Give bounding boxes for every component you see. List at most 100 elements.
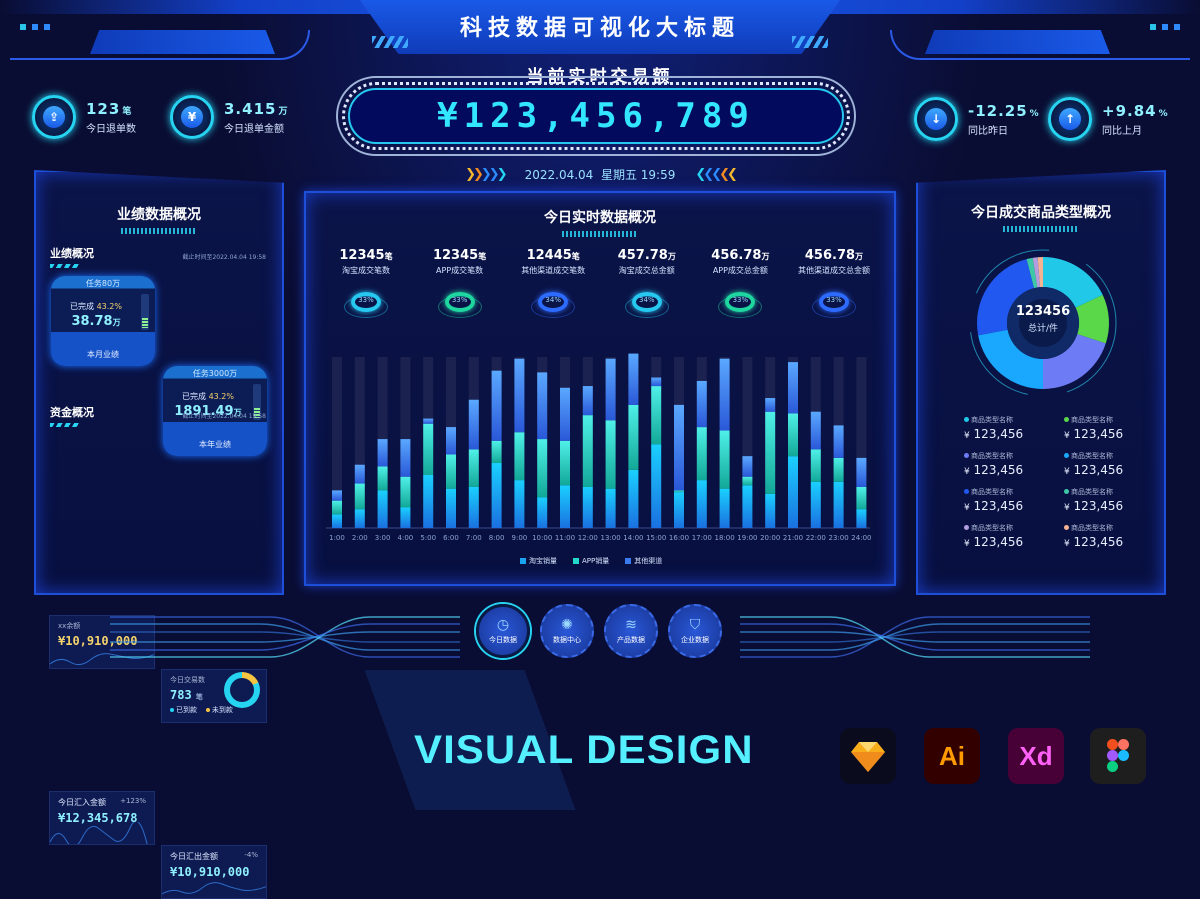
stat-percent: 33% [358, 296, 374, 304]
bar-app [560, 440, 570, 486]
bar-taobao [377, 490, 388, 528]
bar-taobao [537, 497, 548, 528]
performance-timestamp: 截止时间至2022.04.04 19:58 [182, 254, 266, 261]
bar-other [514, 358, 525, 433]
donut-total-label: 总计/件 [1027, 324, 1059, 334]
bar-other [446, 427, 456, 455]
bar-app [742, 476, 753, 486]
nav-data-center[interactable]: ✺ 数据中心 [540, 604, 594, 658]
x-tick-label: 24:00 [851, 534, 871, 542]
stat-item: 456.78万 APP成交总金额 33% [694, 248, 786, 320]
inflow-card: 今日汇入金额 +123% ¥12,345,678 [49, 791, 155, 845]
bar-app [400, 476, 411, 508]
date-text: 2022.04.04 [524, 168, 594, 182]
monthly-performance-card: 任务80万 已完成 43.2% 38.78万 本月业绩 [51, 276, 155, 366]
bar-taobao [332, 514, 342, 528]
bar-app [468, 449, 479, 487]
category-name: 商品类型名称 [1071, 524, 1113, 532]
bar-app [605, 420, 616, 489]
nav-product-data[interactable]: ≋ 产品数据 [604, 604, 658, 658]
x-tick-label: 16:00 [669, 534, 689, 542]
stat-label: 淘宝成交笔数 [342, 266, 390, 275]
legend-item: 淘宝销量 [520, 556, 557, 566]
bar-app [514, 432, 525, 481]
x-tick-label: 11:00 [555, 534, 575, 542]
stat-ring: 33% [344, 290, 388, 320]
enterprise-shield-icon: ⛉ [689, 617, 701, 633]
datetime-bar: ❯❯❯❯❯ 2022.04.04 星期五 19:59 ❮❮❮❮❮ [400, 166, 800, 183]
funds-section: 资金概况 截止时间至2022.04.04 19:58 [50, 404, 266, 427]
clock-icon: ◷ [496, 617, 510, 633]
stat-percent: 34% [545, 296, 561, 304]
nav-today-data[interactable]: ◷ 今日数据 [476, 604, 530, 658]
stat-item: 12445笔 其他渠道成交笔数 34% [507, 248, 599, 320]
x-tick-label: 10:00 [532, 534, 552, 542]
stat-label: APP成交总金额 [712, 266, 768, 275]
kpi-refund-count: ⇪ 123 笔今日退单数 [32, 95, 136, 139]
mid-panel-header: 今日实时数据概况 [304, 207, 896, 237]
bar-taobao [605, 488, 616, 528]
bar-taobao [810, 481, 821, 528]
category-item: 商品类型名称 ¥ 123,456 [964, 451, 1064, 477]
category-name: 商品类型名称 [1071, 452, 1113, 460]
stat-value: 12445笔 [526, 248, 580, 263]
category-name: 商品类型名称 [971, 416, 1013, 424]
sparkline [162, 882, 266, 895]
outflow-card: 今日汇出金额 -4% ¥10,910,000 [161, 845, 267, 899]
bar-app [582, 415, 593, 487]
chart-legend: 淘宝销量 APP销量 其他渠道 [520, 556, 662, 566]
x-tick-label: 12:00 [578, 534, 598, 542]
bar-taobao [446, 488, 456, 528]
bottom-nav: ◷ 今日数据 ✺ 数据中心 ≋ 产品数据 ⛉ 企业数据 [476, 604, 722, 658]
bar-taobao [582, 486, 593, 528]
category-item: 商品类型名称 ¥ 123,456 [1064, 415, 1164, 441]
brand-text: VISUAL DESIGN [414, 728, 754, 772]
stat-percent: 33% [451, 296, 468, 304]
bar-taobao [628, 469, 639, 528]
bar-app [491, 440, 502, 464]
category-name: 商品类型名称 [971, 524, 1013, 532]
kpi-vs-last-month: ↑ +9.84% 同比上月 [1048, 97, 1169, 141]
total-value: ¥123,456,789 [348, 88, 844, 144]
category-value: ¥ 123,456 [1064, 499, 1124, 513]
bar-other [856, 457, 867, 487]
bar-app [446, 454, 456, 489]
left-panel-title: 业绩数据概况 [117, 207, 201, 223]
bar-other [696, 380, 707, 428]
left-panel-header: 业绩数据概况 [34, 204, 284, 234]
bar-other [788, 362, 798, 414]
stat-ring: 34% [531, 290, 576, 320]
x-tick-label: 18:00 [715, 534, 735, 542]
x-tick-label: 21:00 [783, 534, 803, 542]
nav-enterprise-data[interactable]: ⛉ 企业数据 [668, 604, 722, 658]
bar-other [400, 439, 411, 477]
progress-gauge [141, 294, 149, 330]
stat-ring: 33% [437, 290, 482, 320]
network-icon: ✺ [561, 617, 573, 633]
bar-other [377, 439, 388, 467]
stat-value: 456.78万 [804, 248, 864, 263]
stats-row: 12345笔 淘宝成交笔数 33% 12345笔 APP成交笔数 33% 12445… [320, 248, 880, 320]
bar-app [788, 413, 798, 457]
stat-item: 12345笔 淘宝成交笔数 33% [320, 248, 412, 320]
category-item: 商品类型名称 ¥ 123,456 [1064, 523, 1164, 549]
flow-lines-right [740, 616, 1090, 658]
category-item: 商品类型名称 ¥ 123,456 [1064, 451, 1164, 477]
stat-percent: 33% [732, 296, 749, 304]
legend-item: 其他渠道 [625, 556, 662, 566]
category-item: 商品类型名称 ¥ 123,456 [1064, 487, 1164, 513]
category-value: ¥ 123,456 [1064, 463, 1124, 477]
stat-percent: 33% [826, 296, 842, 304]
mid-panel-title: 今日实时数据概况 [544, 210, 656, 226]
bar-other [765, 398, 776, 412]
donut-total-value: 123456 [1015, 304, 1071, 319]
stat-label: 其他渠道成交笔数 [521, 266, 586, 275]
bar-taobao [514, 480, 525, 528]
stat-item: 12345笔 APP成交笔数 33% [414, 248, 506, 320]
stat-label: APP成交笔数 [436, 266, 484, 275]
bar-other [674, 404, 684, 491]
x-tick-label: 19:00 [737, 534, 757, 542]
category-name: 商品类型名称 [971, 488, 1013, 496]
bar-other [810, 411, 821, 450]
bar-other [354, 464, 365, 484]
